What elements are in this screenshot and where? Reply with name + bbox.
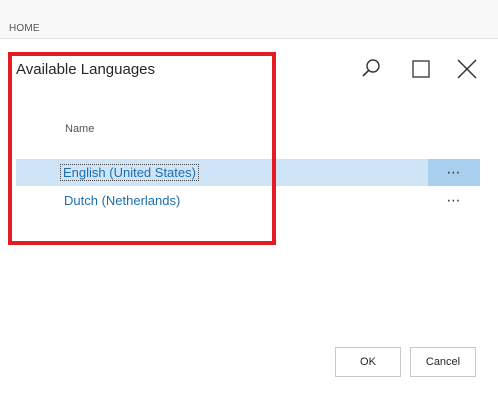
close-icon xyxy=(457,59,477,79)
annotation-highlight-box xyxy=(8,52,276,245)
cancel-button[interactable]: Cancel xyxy=(410,347,476,377)
list-item-english[interactable]: English (United States) ⋯ xyxy=(16,159,480,186)
list-item-label[interactable]: Dutch (Netherlands) xyxy=(62,193,182,208)
search-icon xyxy=(362,59,380,77)
home-tab[interactable]: HOME xyxy=(9,23,40,34)
dialog-title: Available Languages xyxy=(16,61,156,78)
column-header-name[interactable]: Name xyxy=(65,123,94,135)
top-bar: HOME xyxy=(0,0,498,39)
ok-button[interactable]: OK xyxy=(335,347,401,377)
list-item-dutch[interactable]: Dutch (Netherlands) ⋯ xyxy=(16,187,480,214)
close-button[interactable] xyxy=(454,56,480,82)
more-options-icon[interactable]: ⋯ xyxy=(428,159,480,186)
more-options-icon[interactable]: ⋯ xyxy=(428,187,480,214)
maximize-button[interactable] xyxy=(408,56,434,82)
list-item-label[interactable]: English (United States) xyxy=(60,164,199,181)
maximize-icon xyxy=(412,60,430,78)
search-button[interactable] xyxy=(358,56,384,82)
